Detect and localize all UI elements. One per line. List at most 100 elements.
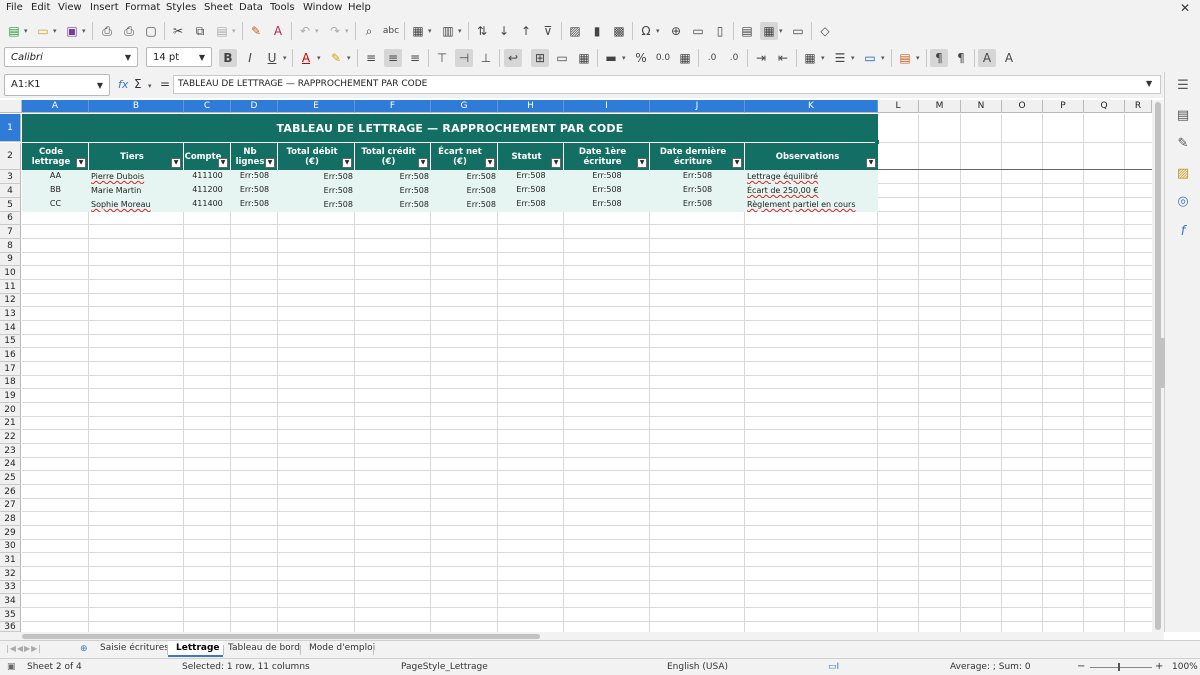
zoom-out-icon[interactable]: − xyxy=(1077,661,1085,672)
cell[interactable]: Err:508 xyxy=(650,184,745,197)
undo-icon[interactable]: ↶ xyxy=(296,22,314,40)
border-color-icon[interactable]: ▭ xyxy=(861,49,879,67)
column-header-h[interactable]: H xyxy=(498,100,564,113)
zoom-slider-thumb[interactable] xyxy=(1118,663,1120,671)
menu-format[interactable]: Format xyxy=(125,2,160,13)
cell[interactable]: Err:508 xyxy=(564,170,650,183)
column-icon[interactable]: ▥ xyxy=(439,22,457,40)
row-header[interactable]: 6 xyxy=(0,212,21,225)
menu-tools[interactable]: Tools xyxy=(270,2,295,13)
chevron-down-icon[interactable]: ▼ xyxy=(193,48,211,66)
cell[interactable]: Règlement partiel en cours xyxy=(745,199,878,212)
cut-icon[interactable]: ✂ xyxy=(169,22,187,40)
show-draw-functions-icon[interactable]: ◇ xyxy=(816,22,834,40)
row-header[interactable]: 19 xyxy=(0,389,21,403)
expand-formula-icon[interactable]: ▼ xyxy=(1146,79,1152,88)
styles-icon[interactable]: ✎ xyxy=(1174,134,1192,152)
row-header[interactable]: 16 xyxy=(0,348,21,362)
filter-dropdown-icon[interactable]: ▼ xyxy=(76,158,86,168)
cell[interactable]: Err:508 xyxy=(650,198,745,211)
font-name-box[interactable]: Calibri ▼ xyxy=(4,47,138,67)
row-header[interactable]: 33 xyxy=(0,581,21,594)
column-header-r[interactable]: R xyxy=(1125,100,1152,113)
filter-dropdown-icon[interactable]: ▼ xyxy=(342,158,352,168)
save-icon[interactable]: ▣ xyxy=(63,22,81,40)
center-vertically-icon[interactable]: ⊣ xyxy=(455,49,473,67)
column-header-q[interactable]: Q xyxy=(1084,100,1125,113)
menu-sheet[interactable]: Sheet xyxy=(204,2,233,13)
close-document-icon[interactable]: ✕ xyxy=(1180,1,1190,15)
border-style-icon[interactable]: ☰ xyxy=(831,49,849,67)
left-to-right-icon[interactable]: ¶ xyxy=(930,49,948,67)
cell[interactable]: Err:508 xyxy=(231,170,278,183)
sum-info[interactable]: Average: ; Sum: 0 xyxy=(950,662,1031,672)
row-header[interactable]: 8 xyxy=(0,239,21,253)
chevron-down-icon[interactable]: ▼ xyxy=(91,75,109,95)
row-header[interactable]: 22 xyxy=(0,430,21,444)
row-header[interactable]: 36 xyxy=(0,622,21,632)
print-icon[interactable]: ⎙ xyxy=(120,22,138,40)
filter-dropdown-icon[interactable]: ▼ xyxy=(218,158,228,168)
column-header-j[interactable]: J xyxy=(650,100,745,113)
find-replace-icon[interactable]: ⌕ xyxy=(360,22,378,40)
column-header-g[interactable]: G xyxy=(431,100,498,113)
row-header[interactable]: 4 xyxy=(0,184,21,198)
column-header-e[interactable]: E xyxy=(278,100,355,113)
autofilter-icon[interactable]: ⊽ xyxy=(539,22,557,40)
copy-icon[interactable]: ⧉ xyxy=(191,22,209,40)
document-modified-icon[interactable]: ▣ xyxy=(7,662,16,672)
menu-data[interactable]: Data xyxy=(239,2,263,13)
spreadsheet-grid[interactable]: A B C D E F G H I J K L M N O P Q R 1 2 … xyxy=(0,100,1152,632)
row-header[interactable]: 26 xyxy=(0,485,21,499)
text-vertical-icon[interactable]: A xyxy=(1000,49,1018,67)
cell[interactable]: Marie Martin xyxy=(89,185,184,198)
comment-icon[interactable]: ▭ xyxy=(689,22,707,40)
filter-dropdown-icon[interactable]: ▼ xyxy=(637,158,647,168)
italic-icon[interactable]: I xyxy=(241,49,259,67)
header-total-debit[interactable]: Total débit (€) ▼ xyxy=(278,143,355,170)
row-header[interactable]: 10 xyxy=(0,266,21,280)
date-format-icon[interactable]: ▦ xyxy=(676,49,694,67)
row-header[interactable]: 15 xyxy=(0,335,21,348)
row-header[interactable]: 35 xyxy=(0,608,21,622)
filter-dropdown-icon[interactable]: ▼ xyxy=(418,158,428,168)
row-header[interactable]: 21 xyxy=(0,417,21,430)
sort-ascending-icon[interactable]: ↓ xyxy=(495,22,513,40)
unmerge-cells-icon[interactable]: ▦ xyxy=(575,49,593,67)
cell[interactable]: Err:508 xyxy=(355,171,431,184)
tab-mode-emploi[interactable]: Mode d'emploi xyxy=(309,643,375,653)
header-code-lettrage[interactable]: Code lettrage ▼ xyxy=(22,143,89,170)
tab-navigation-icon[interactable]: |◀◀▶▶| xyxy=(6,644,42,653)
menu-hamburger-icon[interactable]: ☰ xyxy=(1174,76,1192,94)
zoom-in-icon[interactable]: + xyxy=(1155,661,1163,672)
filter-dropdown-icon[interactable]: ▼ xyxy=(265,158,275,168)
language[interactable]: English (USA) xyxy=(667,662,728,672)
row-header[interactable]: 30 xyxy=(0,540,21,553)
horizontal-scroll-thumb[interactable] xyxy=(22,634,540,639)
selection-mode-icon[interactable]: ▭I xyxy=(828,662,839,672)
highlight-color-icon[interactable]: ✎ xyxy=(327,49,345,67)
zoom-level[interactable]: 100% xyxy=(1172,662,1198,672)
sort-descending-icon[interactable]: ↑ xyxy=(517,22,535,40)
row-header[interactable]: 25 xyxy=(0,471,21,485)
row-header[interactable]: 12 xyxy=(0,294,21,307)
menu-file[interactable]: File xyxy=(6,2,23,13)
merge-center-icon[interactable]: ⊞ xyxy=(531,49,549,67)
menu-help[interactable]: Help xyxy=(348,2,371,13)
cell[interactable]: Err:508 xyxy=(498,170,564,183)
header-tiers[interactable]: Tiers ▼ xyxy=(89,143,184,170)
filter-dropdown-icon[interactable]: ▼ xyxy=(171,158,181,168)
currency-format-icon[interactable]: ▬ xyxy=(602,49,620,67)
tab-tableau-de-bord[interactable]: Tableau de bord xyxy=(228,643,300,653)
row-header[interactable]: 24 xyxy=(0,458,21,471)
cell[interactable]: 411400 xyxy=(184,198,231,211)
horizontal-scrollbar[interactable] xyxy=(0,632,1164,640)
column-header-n[interactable]: N xyxy=(961,100,1002,113)
number-format-icon[interactable]: 0.0 xyxy=(654,49,672,67)
row-header[interactable]: 14 xyxy=(0,321,21,335)
cell[interactable]: Lettrage équilibré xyxy=(745,171,878,184)
redo-icon[interactable]: ↷ xyxy=(326,22,344,40)
cell[interactable]: Err:508 xyxy=(431,171,498,184)
define-print-area-icon[interactable]: ▤ xyxy=(738,22,756,40)
header-statut[interactable]: Statut ▼ xyxy=(498,143,564,170)
